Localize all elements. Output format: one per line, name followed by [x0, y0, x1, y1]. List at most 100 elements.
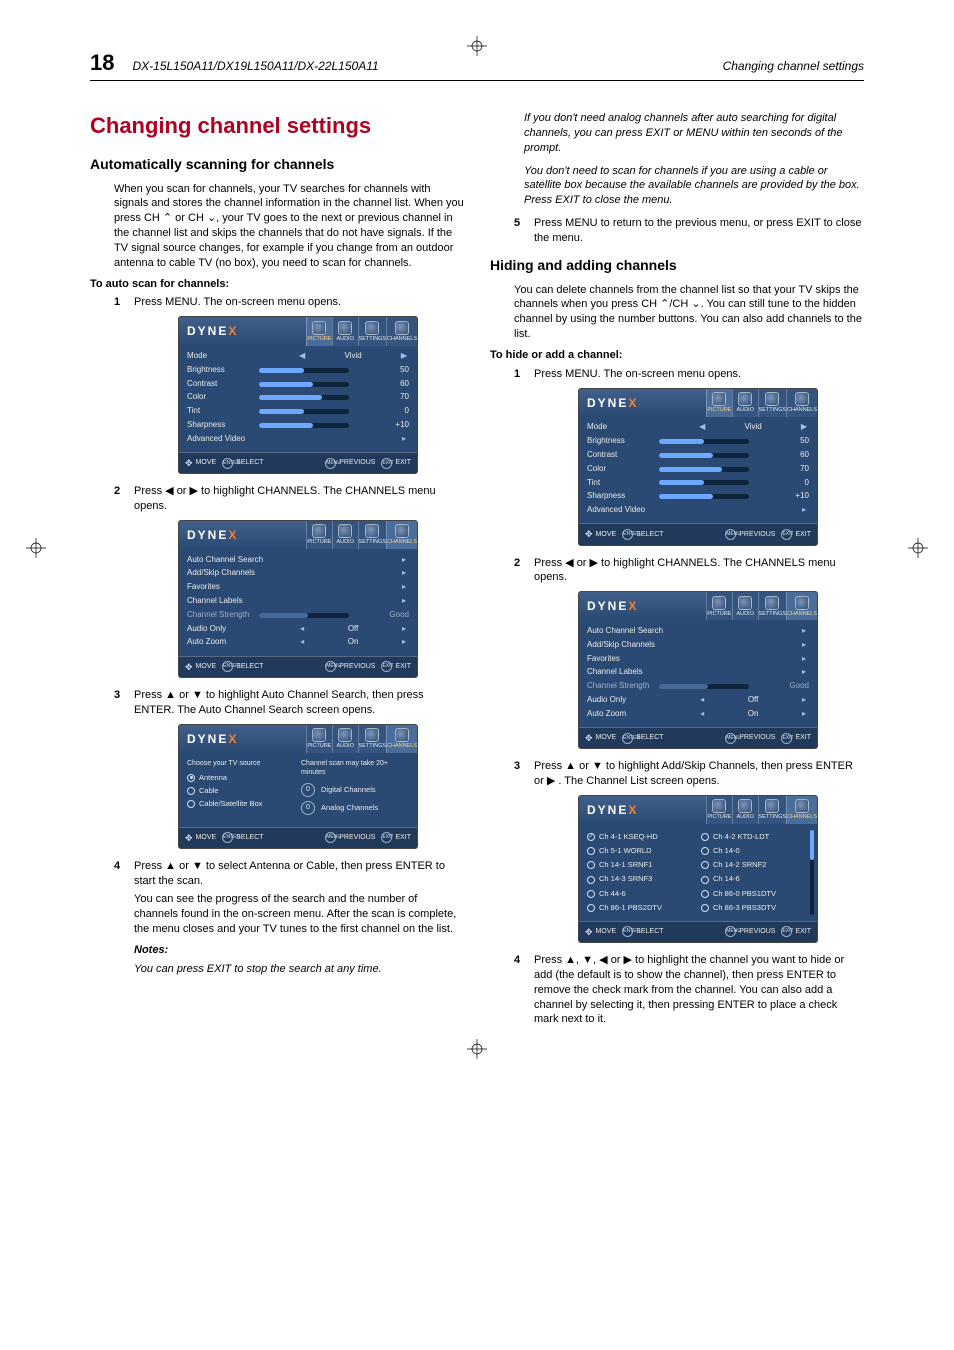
channel-item[interactable]: Ch 4-1 KSEQ-HD — [587, 830, 695, 844]
chevron-right-icon[interactable]: ▸ — [799, 709, 809, 720]
slider[interactable] — [659, 453, 749, 458]
source-antenna[interactable]: Antenna — [187, 771, 295, 784]
tab-picture[interactable]: PICTURE — [706, 389, 732, 417]
checkbox-icon[interactable] — [701, 876, 709, 884]
slider[interactable] — [259, 423, 349, 428]
slider[interactable] — [659, 439, 749, 444]
channel-item[interactable]: Ch 44-6 — [587, 887, 695, 901]
slider[interactable] — [259, 382, 349, 387]
chevron-left-icon[interactable]: ◂ — [697, 709, 707, 720]
source-cable[interactable]: Cable — [187, 784, 295, 797]
row-advanced-video[interactable]: Advanced Video▸ — [587, 504, 809, 518]
row-channel-labels[interactable]: Channel Labels▸ — [587, 666, 809, 680]
row-advanced-video[interactable]: Advanced Video▸ — [187, 432, 409, 446]
row-color[interactable]: Color70 — [587, 462, 809, 476]
slider[interactable] — [259, 395, 349, 400]
tab-channels[interactable]: CHANNELS — [386, 725, 417, 753]
tab-audio[interactable]: AUDIO — [732, 592, 758, 620]
chevron-left-icon[interactable]: ◂ — [297, 624, 307, 635]
chevron-left-icon[interactable]: ◀ — [697, 422, 707, 433]
checkbox-icon[interactable] — [587, 861, 595, 869]
row-mode[interactable]: Mode◀Vivid▶ — [587, 421, 809, 435]
checkbox-icon[interactable] — [701, 904, 709, 912]
tab-picture[interactable]: PICTURE — [706, 592, 732, 620]
slider[interactable] — [259, 409, 349, 414]
tab-channels[interactable]: CHANNELS — [386, 317, 417, 345]
row-color[interactable]: Color70 — [187, 391, 409, 405]
tab-channels[interactable]: CHANNELS — [786, 389, 817, 417]
row-auto-channel-search[interactable]: Auto Channel Search▸ — [187, 553, 409, 567]
checkbox-checked-icon[interactable] — [587, 833, 595, 841]
row-sharpness[interactable]: Sharpness+10 — [187, 419, 409, 433]
row-auto-zoom[interactable]: Auto Zoom◂On▸ — [187, 636, 409, 650]
slider[interactable] — [659, 480, 749, 485]
tab-settings[interactable]: SETTINGS — [358, 317, 387, 345]
row-auto-zoom[interactable]: Auto Zoom◂On▸ — [587, 707, 809, 721]
checkbox-icon[interactable] — [701, 861, 709, 869]
row-favorites[interactable]: Favorites▸ — [187, 581, 409, 595]
tab-audio[interactable]: AUDIO — [332, 725, 358, 753]
tab-settings[interactable]: SETTINGS — [358, 725, 387, 753]
chevron-left-icon[interactable]: ◂ — [697, 695, 707, 706]
chevron-left-icon[interactable]: ◂ — [297, 637, 307, 648]
chevron-right-icon[interactable]: ▸ — [799, 695, 809, 706]
scrollbar[interactable] — [810, 830, 814, 915]
chevron-right-icon[interactable]: ▸ — [799, 667, 809, 678]
slider[interactable] — [659, 467, 749, 472]
chevron-right-icon[interactable]: ▸ — [799, 654, 809, 665]
row-sharpness[interactable]: Sharpness+10 — [587, 490, 809, 504]
channel-item[interactable]: Ch 5-1 WORLD — [587, 844, 695, 858]
tab-settings[interactable]: SETTINGS — [758, 389, 787, 417]
chevron-right-icon[interactable]: ▸ — [399, 637, 409, 648]
row-brightness[interactable]: Brightness50 — [587, 435, 809, 449]
checkbox-icon[interactable] — [701, 847, 709, 855]
tab-audio[interactable]: AUDIO — [732, 389, 758, 417]
row-tint[interactable]: Tint0 — [587, 476, 809, 490]
checkbox-icon[interactable] — [587, 847, 595, 855]
tab-channels[interactable]: CHANNELS — [386, 521, 417, 549]
checkbox-icon[interactable] — [587, 904, 595, 912]
chevron-right-icon[interactable]: ▸ — [399, 568, 409, 579]
tab-audio[interactable]: AUDIO — [332, 317, 358, 345]
tab-channels[interactable]: CHANNELS — [786, 796, 817, 824]
channel-item[interactable]: Ch 86-3 PBS3DTV — [701, 901, 809, 915]
channel-item[interactable]: Ch 14-3 SRNF3 — [587, 872, 695, 886]
slider[interactable] — [259, 368, 349, 373]
row-audio-only[interactable]: Audio Only◂Off▸ — [587, 693, 809, 707]
row-contrast[interactable]: Contrast60 — [587, 448, 809, 462]
tab-channels[interactable]: CHANNELS — [786, 592, 817, 620]
tab-audio[interactable]: AUDIO — [332, 521, 358, 549]
checkbox-icon[interactable] — [587, 890, 595, 898]
channel-item[interactable]: Ch 14-6 — [701, 872, 809, 886]
row-brightness[interactable]: Brightness50 — [187, 363, 409, 377]
row-favorites[interactable]: Favorites▸ — [587, 652, 809, 666]
chevron-right-icon[interactable]: ▸ — [399, 555, 409, 566]
row-auto-channel-search[interactable]: Auto Channel Search▸ — [587, 624, 809, 638]
chevron-right-icon[interactable]: ▸ — [399, 624, 409, 635]
row-contrast[interactable]: Contrast60 — [187, 377, 409, 391]
tab-picture[interactable]: PICTURE — [306, 521, 332, 549]
tab-picture[interactable]: PICTURE — [306, 317, 332, 345]
channel-item[interactable]: Ch 4-2 KTD-LDT — [701, 830, 809, 844]
channel-item[interactable]: Ch 14-0 — [701, 844, 809, 858]
chevron-right-icon[interactable]: ▸ — [799, 640, 809, 651]
channel-item[interactable]: Ch 14-1 SRNF1 — [587, 858, 695, 872]
tab-settings[interactable]: SETTINGS — [758, 592, 787, 620]
row-mode[interactable]: Mode ◀ Vivid ▶ — [187, 350, 409, 364]
tab-audio[interactable]: AUDIO — [732, 796, 758, 824]
tab-settings[interactable]: SETTINGS — [758, 796, 787, 824]
scrollbar-thumb[interactable] — [810, 830, 814, 860]
chevron-right-icon[interactable]: ▸ — [799, 626, 809, 637]
source-cable-sat-box[interactable]: Cable/Satellite Box — [187, 797, 295, 810]
row-add-skip[interactable]: Add/Skip Channels▸ — [587, 638, 809, 652]
chevron-right-icon[interactable]: ▸ — [399, 582, 409, 593]
row-tint[interactable]: Tint0 — [187, 405, 409, 419]
channel-item[interactable]: Ch 86-1 PBS2DTV — [587, 901, 695, 915]
checkbox-icon[interactable] — [701, 890, 709, 898]
chevron-right-icon[interactable]: ▶ — [399, 351, 409, 362]
checkbox-icon[interactable] — [587, 876, 595, 884]
chevron-left-icon[interactable]: ◀ — [297, 351, 307, 362]
chevron-right-icon[interactable]: ▶ — [799, 422, 809, 433]
tab-picture[interactable]: PICTURE — [306, 725, 332, 753]
tab-settings[interactable]: SETTINGS — [358, 521, 387, 549]
